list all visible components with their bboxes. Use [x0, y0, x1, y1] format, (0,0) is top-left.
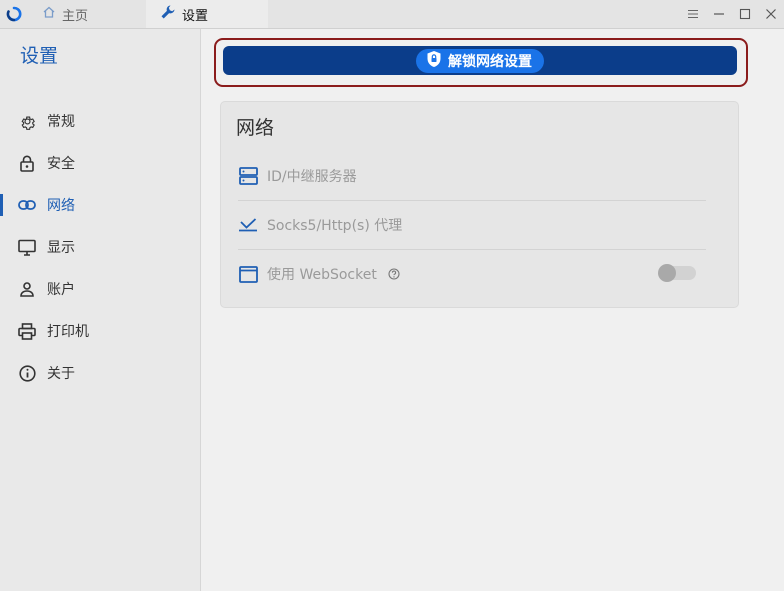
printer-icon — [18, 322, 36, 340]
sidebar-item-about[interactable]: 关于 — [0, 352, 200, 394]
unlock-label: 解锁网络设置 — [448, 53, 532, 70]
row-label: Socks5/Http(s) 代理 — [267, 218, 403, 234]
maximize-icon[interactable] — [732, 0, 758, 28]
help-icon[interactable] — [388, 268, 400, 280]
server-icon — [238, 166, 258, 186]
sidebar: 设置 常规 安全 网络 显示 账户 打印机 关于 — [0, 29, 201, 591]
monitor-icon — [18, 238, 36, 256]
proxy-icon — [238, 215, 258, 235]
close-icon[interactable] — [758, 0, 784, 28]
menu-icon[interactable] — [680, 0, 706, 28]
app-logo-icon — [0, 0, 28, 28]
proxy-row[interactable]: Socks5/Http(s) 代理 — [238, 201, 706, 250]
tab-home[interactable]: 主页 — [28, 0, 146, 28]
wrench-icon — [160, 4, 176, 24]
sidebar-nav: 常规 安全 网络 显示 账户 打印机 关于 — [0, 100, 200, 394]
minimize-icon[interactable] — [706, 0, 732, 28]
websocket-toggle[interactable] — [658, 264, 696, 282]
row-label: ID/中继服务器 — [267, 169, 357, 185]
link-icon — [18, 196, 36, 214]
home-icon — [42, 5, 56, 23]
title-bar: 主页 设置 — [0, 0, 784, 29]
tab-settings-label: 设置 — [182, 8, 209, 24]
card-title: 网络 — [236, 117, 275, 139]
sidebar-item-label: 打印机 — [47, 324, 89, 340]
sidebar-item-general[interactable]: 常规 — [0, 100, 200, 142]
id-relay-server-row[interactable]: ID/中继服务器 — [238, 152, 706, 201]
shield-icon — [426, 50, 442, 72]
sidebar-item-label: 安全 — [47, 156, 75, 172]
sidebar-item-printer[interactable]: 打印机 — [0, 310, 200, 352]
lock-icon — [18, 154, 36, 172]
websocket-row[interactable]: 使用 WebSocket — [238, 250, 706, 298]
sidebar-item-label: 网络 — [47, 198, 75, 214]
info-icon — [18, 364, 36, 382]
tab-home-label: 主页 — [62, 8, 89, 24]
unlock-pill: 解锁网络设置 — [416, 48, 544, 73]
toggle-knob — [658, 264, 676, 282]
tab-settings[interactable]: 设置 — [146, 0, 268, 28]
main-panel: 解锁网络设置 网络 ID/中继服务器 Socks5/Http(s) 代理 使用 … — [201, 29, 784, 591]
window-controls — [680, 0, 784, 28]
sidebar-item-display[interactable]: 显示 — [0, 226, 200, 268]
unlock-network-settings-button[interactable]: 解锁网络设置 — [223, 46, 737, 75]
sidebar-item-label: 常规 — [47, 114, 75, 130]
sidebar-item-label: 关于 — [47, 366, 75, 382]
sidebar-title: 设置 — [20, 45, 59, 67]
sidebar-item-label: 显示 — [47, 240, 75, 256]
window-icon — [238, 264, 258, 284]
gear-icon — [18, 112, 36, 130]
unlock-highlight: 解锁网络设置 — [214, 38, 748, 87]
row-label: 使用 WebSocket — [267, 267, 377, 283]
network-card: 网络 ID/中继服务器 Socks5/Http(s) 代理 使用 WebSock… — [220, 101, 739, 308]
sidebar-item-security[interactable]: 安全 — [0, 142, 200, 184]
sidebar-item-network[interactable]: 网络 — [0, 184, 200, 226]
user-icon — [18, 280, 36, 298]
sidebar-item-account[interactable]: 账户 — [0, 268, 200, 310]
sidebar-item-label: 账户 — [47, 282, 75, 298]
